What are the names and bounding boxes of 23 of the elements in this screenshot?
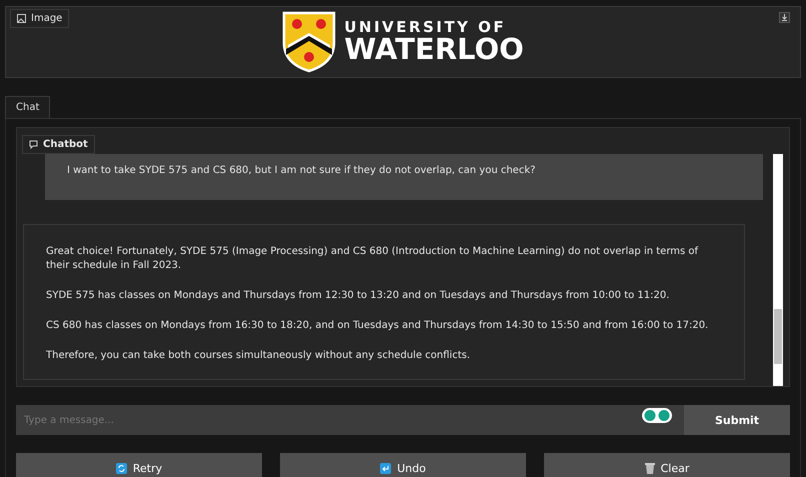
trash-icon (644, 462, 655, 474)
logo-text: WATERLOO (344, 35, 524, 64)
undo-button[interactable]: Undo (280, 453, 526, 477)
undo-icon (380, 462, 392, 474)
refresh-icon (116, 462, 127, 474)
retry-button[interactable]: Retry (16, 453, 262, 477)
shield-crest-icon (282, 11, 336, 73)
chat-tab[interactable]: Chat (5, 96, 50, 118)
chat-bubble-icon (29, 140, 38, 149)
clear-button[interactable]: Clear (544, 453, 790, 477)
message-input[interactable]: Type a message... (16, 405, 684, 435)
chatbot-label: Chatbot (22, 135, 95, 154)
download-icon[interactable] (779, 12, 790, 23)
logo-text: UNIVERSITY OF (344, 20, 508, 35)
message-text: CS 680 has classes on Mondays from 16:30 to 18:20, and on Tuesdays and Thursdays from 14:30 to 15:50 and from 16:00 to 17:20. (46, 319, 710, 333)
scrollbar[interactable] (773, 154, 783, 386)
message-text: Therefore, you can take both courses simultaneously without any schedule conflicts. (46, 349, 472, 363)
submit-button[interactable]: Submit (684, 405, 790, 435)
message-text: SYDE 575 has classes on Mondays and Thursdays from 12:30 to 13:20 and on Tuesdays and Thursdays from 10:00 to 11:20. (46, 289, 670, 303)
message-text: I want to take SYDE 575 and CS 680, but I am not sure if they do not overlap, can you check? (67, 164, 536, 178)
panel-label: Image (10, 9, 70, 28)
message-text: Great choice! Fortunately, SYDE 575 (Image Processing) and CS 680 (Introduction to Machine Learning) do not overlap in terms of their schedule in Fall 2023. (46, 245, 700, 273)
image-icon (17, 14, 26, 23)
